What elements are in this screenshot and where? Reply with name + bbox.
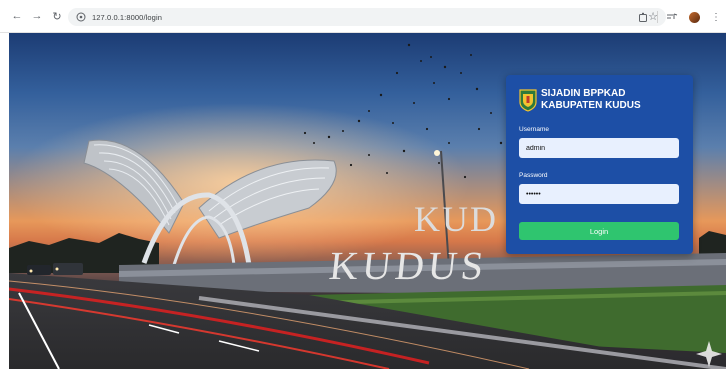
username-label: Username	[519, 126, 549, 133]
monument-text-lower: KUDUS	[327, 243, 490, 288]
login-button[interactable]: Login	[519, 222, 679, 240]
browser-toolbar: ← → ↻ 127.0.0.1:8000/login ☆ ⋮	[0, 0, 726, 33]
brand-header: SIJADIN BPPKAD KABUPATEN KUDUS	[518, 88, 641, 112]
password-field[interactable]	[519, 184, 679, 204]
app-title-line2: KABUPATEN KUDUS	[541, 100, 641, 111]
address-bar[interactable]: 127.0.0.1:8000/login ☆	[68, 8, 666, 26]
login-card: SIJADIN BPPKAD KABUPATEN KUDUS Username …	[506, 75, 693, 254]
password-label: Password	[519, 172, 548, 179]
profile-avatar[interactable]	[686, 9, 702, 25]
url-text[interactable]: 127.0.0.1:8000/login	[92, 13, 162, 22]
forward-arrow-icon[interactable]: →	[29, 8, 45, 24]
monument-text-upper: KUD	[414, 199, 498, 239]
back-arrow-icon[interactable]: ←	[9, 8, 25, 24]
reload-icon[interactable]: ↻	[49, 8, 65, 24]
toolbar-divider	[657, 11, 658, 23]
username-field[interactable]	[519, 138, 679, 158]
media-controls-icon[interactable]	[664, 9, 680, 25]
extensions-puzzle-icon[interactable]	[635, 9, 651, 25]
kudus-regency-emblem-logo	[519, 89, 537, 112]
kebab-menu-icon[interactable]: ⋮	[708, 9, 724, 25]
app-title-line1: SIJADIN BPPKAD	[541, 88, 626, 99]
site-info-icon[interactable]	[76, 12, 86, 22]
